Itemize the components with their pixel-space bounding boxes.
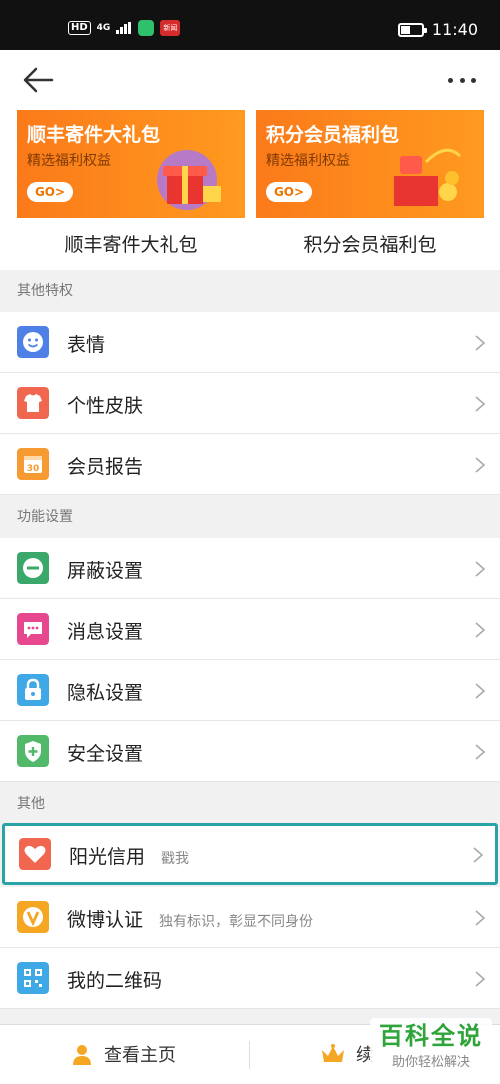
list-item-emoji[interactable]: 表情 bbox=[0, 312, 500, 373]
renew-button[interactable]: 续 bbox=[320, 1041, 374, 1067]
verified-icon bbox=[17, 901, 49, 933]
emoji-icon bbox=[17, 326, 49, 358]
section-header-function-settings: 功能设置 bbox=[0, 496, 500, 538]
list-item-label: 表情 bbox=[67, 334, 106, 356]
list-item-label: 阳光信用 戳我 bbox=[69, 842, 189, 869]
list-item-member-report[interactable]: 30 会员报告 bbox=[0, 434, 500, 495]
go-button[interactable]: GO> bbox=[266, 182, 312, 202]
chevron-right-icon bbox=[475, 622, 486, 638]
section-header-other: 其他 bbox=[0, 783, 500, 825]
section-header-other-privileges: 其他特权 bbox=[0, 270, 500, 312]
chevron-right-icon bbox=[473, 847, 484, 863]
watermark-subtitle: 助你轻松解决 bbox=[391, 1055, 470, 1070]
view-profile-label: 查看主页 bbox=[104, 1045, 176, 1066]
list-item-label: 会员报告 bbox=[67, 456, 144, 478]
chevron-right-icon bbox=[475, 561, 486, 577]
chevron-right-icon bbox=[475, 683, 486, 699]
banner-subtitle: 精选福利权益 bbox=[27, 153, 111, 169]
banner-title: 顺丰寄件大礼包 bbox=[27, 124, 161, 146]
banner-caption[interactable]: 顺丰寄件大礼包 bbox=[17, 230, 245, 257]
list-item-sunshine-credit[interactable]: 阳光信用 戳我 bbox=[2, 823, 498, 885]
chevron-right-icon bbox=[475, 396, 486, 412]
app-notification-icon bbox=[138, 20, 155, 36]
sf-express-banner[interactable]: 顺丰寄件大礼包 精选福利权益 GO> bbox=[17, 110, 245, 218]
list-item-privacy-settings[interactable]: 隐私设置 bbox=[0, 660, 500, 721]
watermark: 百科全说 助你轻松解决 bbox=[370, 1018, 492, 1078]
nav-bar bbox=[0, 50, 500, 110]
divider bbox=[249, 1041, 250, 1069]
crown-icon bbox=[322, 1044, 344, 1062]
list-item-message-settings[interactable]: 消息设置 bbox=[0, 599, 500, 660]
shield-icon bbox=[17, 735, 49, 767]
tshirt-icon bbox=[17, 387, 49, 419]
user-icon bbox=[73, 1045, 91, 1065]
gift-box-icon bbox=[157, 150, 221, 210]
banner-caption[interactable]: 积分会员福利包 bbox=[256, 230, 484, 257]
block-icon bbox=[17, 552, 49, 584]
back-button[interactable] bbox=[22, 66, 56, 94]
list-item-weibo-verification[interactable]: 微博认证 独有标识，彰显不同身份 bbox=[0, 887, 500, 948]
list-item-label: 屏蔽设置 bbox=[67, 560, 144, 582]
chevron-right-icon bbox=[475, 971, 486, 987]
network-indicator: 4G bbox=[96, 22, 111, 33]
more-dot bbox=[471, 77, 476, 83]
signal-icon bbox=[116, 22, 132, 34]
banner-subtitle: 精选福利权益 bbox=[266, 153, 350, 169]
message-icon bbox=[17, 613, 49, 645]
chevron-right-icon bbox=[475, 744, 486, 760]
more-dot bbox=[459, 77, 465, 83]
list-item-label: 安全设置 bbox=[67, 743, 144, 765]
battery-icon bbox=[397, 22, 427, 37]
list-item-block-settings[interactable]: 屏蔽设置 bbox=[0, 538, 500, 599]
watermark-title: 百科全说 bbox=[379, 1022, 483, 1050]
svg-text:30: 30 bbox=[27, 464, 40, 474]
list-item-subtitle: 戳我 bbox=[161, 851, 190, 867]
more-dot bbox=[448, 77, 453, 83]
list-item-title: 阳光信用 bbox=[69, 846, 146, 868]
hd-badge: HD bbox=[68, 21, 91, 35]
calendar-icon: 30 bbox=[17, 448, 49, 480]
points-member-banner[interactable]: 积分会员福利包 精选福利权益 GO> bbox=[256, 110, 484, 218]
heart-icon bbox=[19, 838, 51, 870]
gift-coins-icon bbox=[394, 148, 462, 206]
list-item-label: 消息设置 bbox=[67, 621, 144, 643]
list-item-label: 我的二维码 bbox=[67, 970, 163, 992]
qrcode-icon bbox=[17, 962, 49, 994]
list-item-security-settings[interactable]: 安全设置 bbox=[0, 721, 500, 782]
view-profile-button[interactable]: 查看主页 bbox=[70, 1041, 176, 1067]
chevron-right-icon bbox=[475, 910, 486, 926]
list-item-subtitle: 独有标识，彰显不同身份 bbox=[159, 914, 314, 930]
go-button[interactable]: GO> bbox=[27, 182, 73, 202]
list-item-label: 个性皮肤 bbox=[67, 395, 144, 417]
status-time: 11:40 bbox=[431, 20, 478, 39]
arrow-left-icon bbox=[23, 67, 54, 93]
chevron-right-icon bbox=[475, 457, 486, 473]
lock-icon bbox=[17, 674, 49, 706]
status-bar: HD 4G 新闻 11:40 bbox=[0, 0, 500, 50]
list-item-qrcode[interactable]: 我的二维码 bbox=[0, 948, 500, 1009]
promo-banners: 顺丰寄件大礼包 精选福利权益 GO> 积分会员福利包 精选福利权益 GO> 顺丰… bbox=[0, 110, 500, 270]
list-item-label: 微博认证 独有标识，彰显不同身份 bbox=[67, 905, 313, 932]
news-app-icon: 新闻 bbox=[160, 20, 181, 36]
list-item-title: 微博认证 bbox=[67, 909, 144, 931]
more-button[interactable] bbox=[444, 66, 480, 94]
chevron-right-icon bbox=[475, 335, 486, 351]
list-item-label: 隐私设置 bbox=[67, 682, 144, 704]
banner-title: 积分会员福利包 bbox=[266, 124, 400, 146]
list-item-skin[interactable]: 个性皮肤 bbox=[0, 373, 500, 434]
